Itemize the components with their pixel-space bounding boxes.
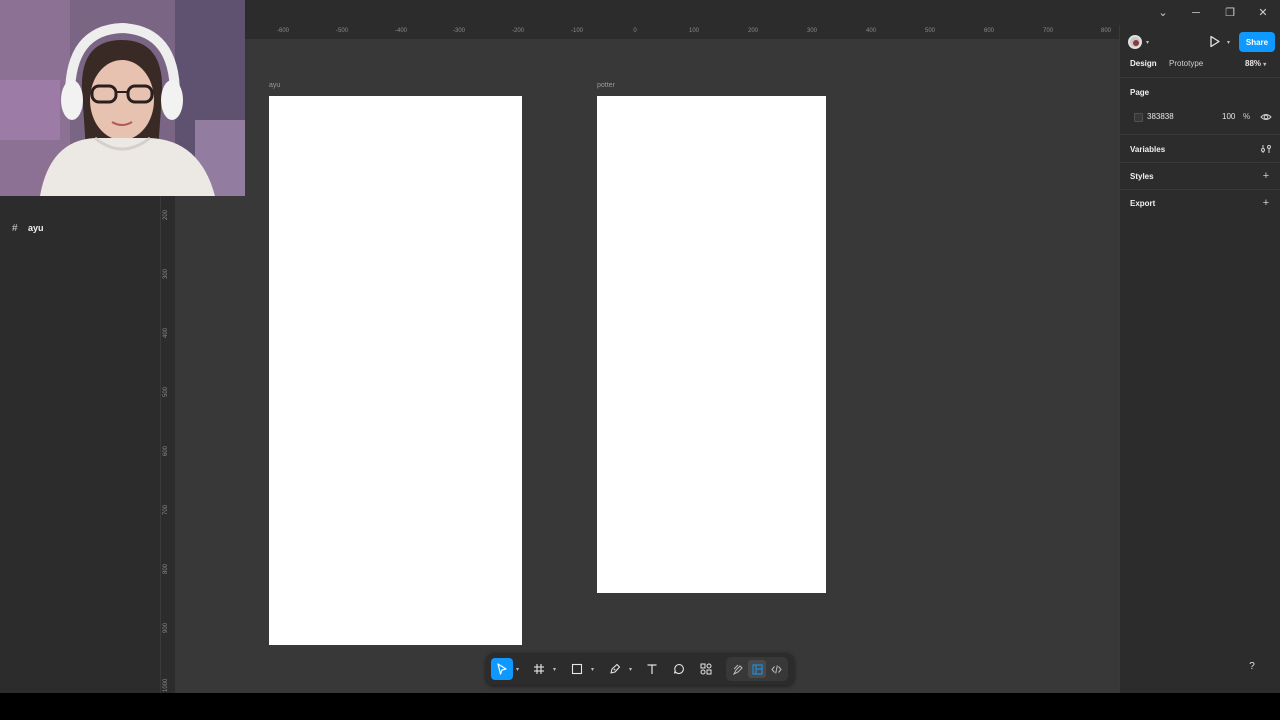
zoom-value[interactable]: 88%: [1245, 59, 1261, 68]
close-icon[interactable]: ✕: [1254, 4, 1272, 21]
frame-label-ayu[interactable]: ayu: [269, 82, 280, 89]
ruler-tick: 300: [163, 268, 169, 279]
webcam-overlay: [0, 0, 245, 196]
draw-icon: [732, 664, 743, 675]
ruler-tick: -600: [276, 28, 290, 34]
play-icon[interactable]: [1209, 35, 1221, 48]
ruler-tick: 500: [163, 386, 169, 397]
frame-icon: [534, 664, 544, 674]
layer-label: ayu: [28, 223, 44, 233]
ruler-tick: 900: [163, 622, 169, 633]
ruler-tick: 800: [1100, 28, 1112, 34]
design-mode-icon: [752, 664, 762, 674]
section-title-export: Export: [1130, 199, 1156, 208]
divider: [1120, 189, 1280, 190]
ruler-tick: -500: [335, 28, 349, 34]
divider: [1120, 77, 1280, 78]
layer-item-ayu[interactable]: # ayu: [0, 220, 161, 236]
tools-toolbar: ▾ ▾ ▾ ▾: [486, 653, 794, 685]
properties-panel: ▾ ▾ Share Design Prototype 88% ▾ Page 38…: [1119, 25, 1280, 693]
ruler-horizontal: -600 -500 -400 -300 -200 -100 0 100 200 …: [161, 25, 1119, 39]
chevron-down-icon[interactable]: ▾: [553, 666, 556, 673]
comment-tool-button[interactable]: [670, 660, 688, 678]
section-title-variables: Variables: [1130, 145, 1166, 154]
tab-prototype[interactable]: Prototype: [1169, 59, 1203, 71]
chevron-down-icon[interactable]: ▾: [1146, 39, 1149, 46]
page-color-input[interactable]: 383838: [1147, 112, 1174, 121]
zoom-level[interactable]: 88% ▾: [1245, 59, 1266, 68]
comment-icon: [673, 663, 684, 675]
ruler-tick: 400: [163, 327, 169, 338]
chevron-down-icon[interactable]: ▾: [1227, 39, 1230, 46]
divider: [1120, 162, 1280, 163]
chevron-down-icon[interactable]: ▾: [516, 666, 519, 673]
frame-tool-button[interactable]: [530, 660, 548, 678]
frame-potter[interactable]: [597, 96, 826, 593]
ruler-tick: 400: [865, 28, 877, 34]
help-button[interactable]: ?: [1243, 657, 1261, 675]
webcam-person-image: [0, 0, 245, 196]
divider: [1120, 134, 1280, 135]
chevron-down-icon[interactable]: ▾: [629, 666, 632, 673]
components-icon: [700, 663, 712, 675]
ruler-tick: -100: [570, 28, 584, 34]
ruler-tick: 700: [163, 504, 169, 515]
share-button[interactable]: Share: [1239, 32, 1275, 52]
minimize-icon[interactable]: ─: [1187, 4, 1205, 21]
ruler-tick: 600: [163, 445, 169, 456]
pen-tool-button[interactable]: [606, 660, 624, 678]
ruler-tick: -400: [394, 28, 408, 34]
ruler-tick: 300: [806, 28, 818, 34]
variables-icon[interactable]: [1260, 143, 1272, 155]
section-title-styles: Styles: [1130, 172, 1154, 181]
ruler-tick: 500: [924, 28, 936, 34]
ruler-tick: 200: [163, 209, 169, 220]
ruler-tick: 700: [1042, 28, 1054, 34]
chevron-down-icon[interactable]: ▾: [591, 666, 594, 673]
dev-mode-button[interactable]: [767, 660, 785, 678]
ruler-tick: 600: [983, 28, 995, 34]
frame-ayu[interactable]: [269, 96, 522, 645]
frame-icon: #: [12, 222, 18, 234]
cursor-icon: [497, 663, 507, 675]
page-opacity-input[interactable]: 100: [1222, 112, 1235, 121]
text-tool-button[interactable]: [643, 660, 661, 678]
chevron-down-icon[interactable]: ⌄: [1154, 4, 1172, 21]
ruler-tick: 800: [163, 563, 169, 574]
add-style-plus-icon[interactable]: +: [1260, 170, 1272, 182]
restore-icon[interactable]: ❐: [1221, 4, 1239, 21]
opacity-unit: %: [1243, 112, 1251, 121]
ruler-tick: -300: [452, 28, 466, 34]
rectangle-icon: [571, 663, 583, 675]
frame-label-potter[interactable]: potter: [597, 82, 615, 89]
tab-design[interactable]: Design: [1130, 59, 1157, 71]
section-title-page: Page: [1130, 88, 1150, 97]
move-tool-button[interactable]: [491, 658, 513, 680]
mode-switcher: [726, 657, 788, 681]
bottom-black-bar: [0, 693, 1280, 720]
ruler-tick: -200: [511, 28, 525, 34]
draw-mode-button[interactable]: [729, 660, 747, 678]
eye-icon[interactable]: [1260, 111, 1272, 123]
chevron-down-icon: ▾: [1263, 62, 1267, 68]
code-icon: [770, 664, 782, 674]
ruler-tick: 0: [633, 28, 637, 34]
figma-app: ⌄ ─ ❐ ✕ -600 -500 -400 -300 -200 -100 0 …: [0, 0, 1280, 693]
ruler-tick: 1000: [163, 678, 169, 692]
text-icon: [647, 664, 657, 674]
add-export-plus-icon[interactable]: +: [1260, 197, 1272, 209]
shape-tool-button[interactable]: [568, 660, 586, 678]
design-mode-button[interactable]: [748, 660, 766, 678]
avatar[interactable]: [1128, 35, 1142, 49]
actions-tool-button[interactable]: [697, 660, 715, 678]
pen-icon: [610, 663, 621, 674]
color-swatch[interactable]: [1134, 113, 1143, 122]
ruler-tick: 100: [688, 28, 700, 34]
ruler-tick: 200: [747, 28, 759, 34]
